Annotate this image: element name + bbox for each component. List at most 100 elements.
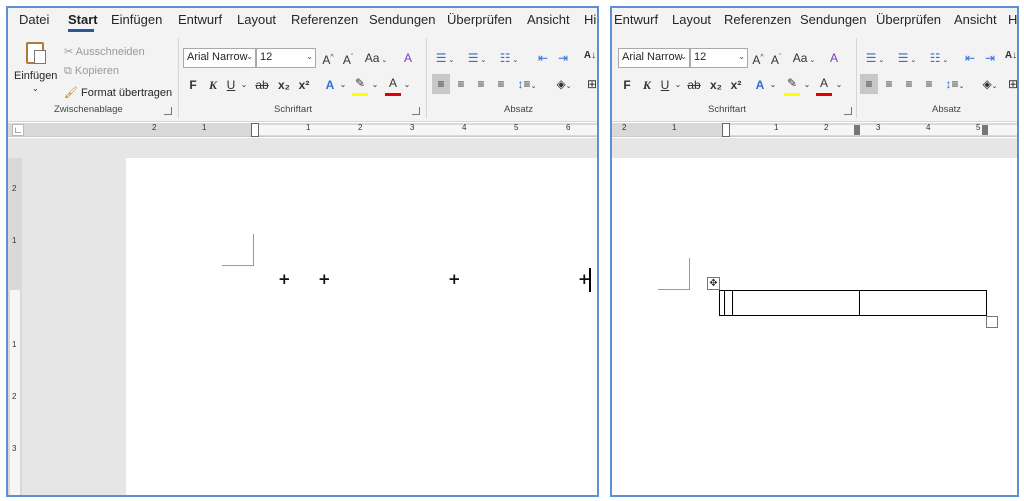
indent-marker[interactable]	[722, 123, 730, 137]
line-spacing-icon[interactable]: ↕≡⌄	[515, 76, 539, 95]
increase-indent-icon[interactable]: ⇥	[555, 50, 571, 66]
borders-icon[interactable]: ⊞	[584, 76, 597, 92]
multilevel-list-icon[interactable]: ☷ ⌄	[926, 50, 952, 69]
grow-font-icon[interactable]: A^	[750, 50, 766, 68]
document-page[interactable]: ✥	[612, 158, 1017, 495]
italic-icon[interactable]: K	[640, 77, 654, 93]
italic-icon[interactable]: K	[206, 77, 220, 93]
underline-icon[interactable]: U	[658, 77, 672, 93]
chevron-down-icon[interactable]: ⌄	[802, 77, 812, 93]
sort-icon[interactable]: A↓	[1004, 48, 1017, 64]
table[interactable]	[719, 290, 987, 316]
chevron-down-icon[interactable]: ⌄	[402, 77, 412, 93]
decrease-indent-icon[interactable]: ⇤	[962, 50, 978, 66]
font-size-combo[interactable]: 12 ⌄	[690, 48, 748, 68]
justify-icon[interactable]: ≡	[921, 76, 937, 92]
highlight-icon[interactable]: ✎	[784, 75, 800, 91]
borders-icon[interactable]: ⊞	[1006, 76, 1017, 92]
strikethrough-icon[interactable]: ab	[686, 77, 702, 93]
grow-font-icon[interactable]: A^	[320, 50, 336, 68]
chevron-down-icon[interactable]: ⌄	[673, 77, 683, 93]
numbering-icon[interactable]: ☰ ⌄	[464, 50, 490, 69]
clear-formatting-icon[interactable]: A	[826, 50, 842, 66]
align-right-icon[interactable]: ≡	[901, 76, 917, 92]
copy-button[interactable]: ⧉ Kopieren	[64, 65, 119, 78]
subscript-icon[interactable]: x₂	[708, 77, 724, 93]
line-spacing-icon[interactable]: ↕≡⌄	[943, 76, 967, 95]
change-case-icon[interactable]: Aa ⌄	[364, 50, 388, 69]
tab-entwurf[interactable]: Entwurf	[614, 12, 658, 27]
increase-indent-icon[interactable]: ⇥	[982, 50, 998, 66]
underline-icon[interactable]: U	[224, 77, 238, 93]
subscript-icon[interactable]: x₂	[276, 77, 292, 93]
tab-datei[interactable]: Datei	[19, 12, 49, 27]
tab-ansicht[interactable]: Ansicht	[954, 12, 997, 27]
tab-entwurf[interactable]: Entwurf	[178, 12, 222, 27]
font-color-icon[interactable]: A	[816, 75, 832, 91]
bold-icon[interactable]: F	[186, 77, 200, 93]
font-dialog-launcher[interactable]	[412, 107, 420, 115]
tab-sendungen[interactable]: Sendungen	[369, 12, 436, 27]
tab-sendungen[interactable]: Sendungen	[800, 12, 867, 27]
align-center-icon[interactable]: ≡	[881, 76, 897, 92]
ruler-tab-selector[interactable]: ∟	[12, 124, 24, 136]
chevron-down-icon[interactable]: ⌄	[370, 77, 380, 93]
chevron-down-icon[interactable]: ⌄	[338, 77, 348, 93]
tab-layout[interactable]: Layout	[237, 12, 276, 27]
cut-button[interactable]: ✂ Ausschneiden	[64, 45, 145, 58]
tab-einfuegen[interactable]: Einfügen	[111, 12, 162, 27]
text-effects-icon[interactable]: A	[322, 77, 338, 93]
shrink-font-icon[interactable]: Aˇ	[768, 50, 784, 68]
table-cell[interactable]	[859, 290, 987, 316]
font-size-combo[interactable]: 12 ⌄	[256, 48, 316, 68]
strikethrough-icon[interactable]: ab	[254, 77, 270, 93]
chevron-down-icon[interactable]: ⌄	[768, 77, 778, 93]
align-right-icon[interactable]: ≡	[473, 76, 489, 92]
align-left-button[interactable]: ≡	[432, 74, 450, 94]
font-dialog-launcher[interactable]	[844, 107, 852, 115]
align-center-icon[interactable]: ≡	[453, 76, 469, 92]
bullets-icon[interactable]: ☰ ⌄	[862, 50, 888, 69]
font-name-combo[interactable]: Arial Narrow ⌄	[183, 48, 256, 68]
tab-layout[interactable]: Layout	[672, 12, 711, 27]
numbering-icon[interactable]: ☰ ⌄	[894, 50, 920, 69]
sort-icon[interactable]: A↓	[582, 48, 597, 64]
justify-icon[interactable]: ≡	[493, 76, 509, 92]
tab-start[interactable]: Start	[68, 12, 98, 27]
tab-ansicht[interactable]: Ansicht	[527, 12, 570, 27]
text-effects-icon[interactable]: A	[752, 77, 768, 93]
font-name-combo[interactable]: Arial Narrow ⌄	[618, 48, 690, 68]
shading-icon[interactable]: ◈⌄	[980, 76, 1000, 95]
change-case-icon[interactable]: Aa ⌄	[792, 50, 816, 69]
chevron-down-icon[interactable]: ⌄	[239, 77, 249, 93]
paste-button[interactable]: Einfügen ⌄	[12, 38, 58, 98]
tab-hilfe[interactable]: Hil	[584, 12, 597, 27]
bold-icon[interactable]: F	[620, 77, 634, 93]
horizontal-ruler[interactable]: 2 1 1 2 3 4 5	[612, 123, 1017, 137]
multilevel-list-icon[interactable]: ☷ ⌄	[496, 50, 522, 69]
shading-icon[interactable]: ◈⌄	[554, 76, 574, 95]
table-resize-handle[interactable]	[986, 316, 998, 328]
align-left-button[interactable]: ≡	[860, 74, 878, 94]
bullets-icon[interactable]: ☰ ⌄	[432, 50, 458, 69]
font-color-icon[interactable]: A	[385, 75, 401, 91]
horizontal-ruler[interactable]: ∟ 2 1 1 2 3 4 5 6	[8, 123, 597, 137]
clear-formatting-icon[interactable]: A	[400, 50, 416, 66]
indent-marker[interactable]	[251, 123, 259, 137]
chevron-down-icon[interactable]: ⌄	[834, 77, 844, 93]
tab-referenzen[interactable]: Referenzen	[291, 12, 358, 27]
table-move-handle-icon[interactable]: ✥	[707, 277, 720, 290]
column-marker[interactable]	[854, 125, 860, 135]
document-page[interactable]: + + + +	[126, 158, 597, 495]
superscript-icon[interactable]: x²	[728, 77, 744, 93]
vertical-ruler[interactable]: 2 1 1 2 3	[8, 158, 22, 495]
column-marker[interactable]	[982, 125, 988, 135]
table-cell[interactable]	[732, 290, 860, 316]
tab-ueberpruefen[interactable]: Überprüfen	[876, 12, 941, 27]
clipboard-dialog-launcher[interactable]	[164, 107, 172, 115]
highlight-icon[interactable]: ✎	[352, 75, 368, 91]
shrink-font-icon[interactable]: Aˇ	[340, 50, 356, 68]
decrease-indent-icon[interactable]: ⇤	[535, 50, 551, 66]
superscript-icon[interactable]: x²	[296, 77, 312, 93]
tab-hilfe[interactable]: Hi	[1008, 12, 1017, 27]
